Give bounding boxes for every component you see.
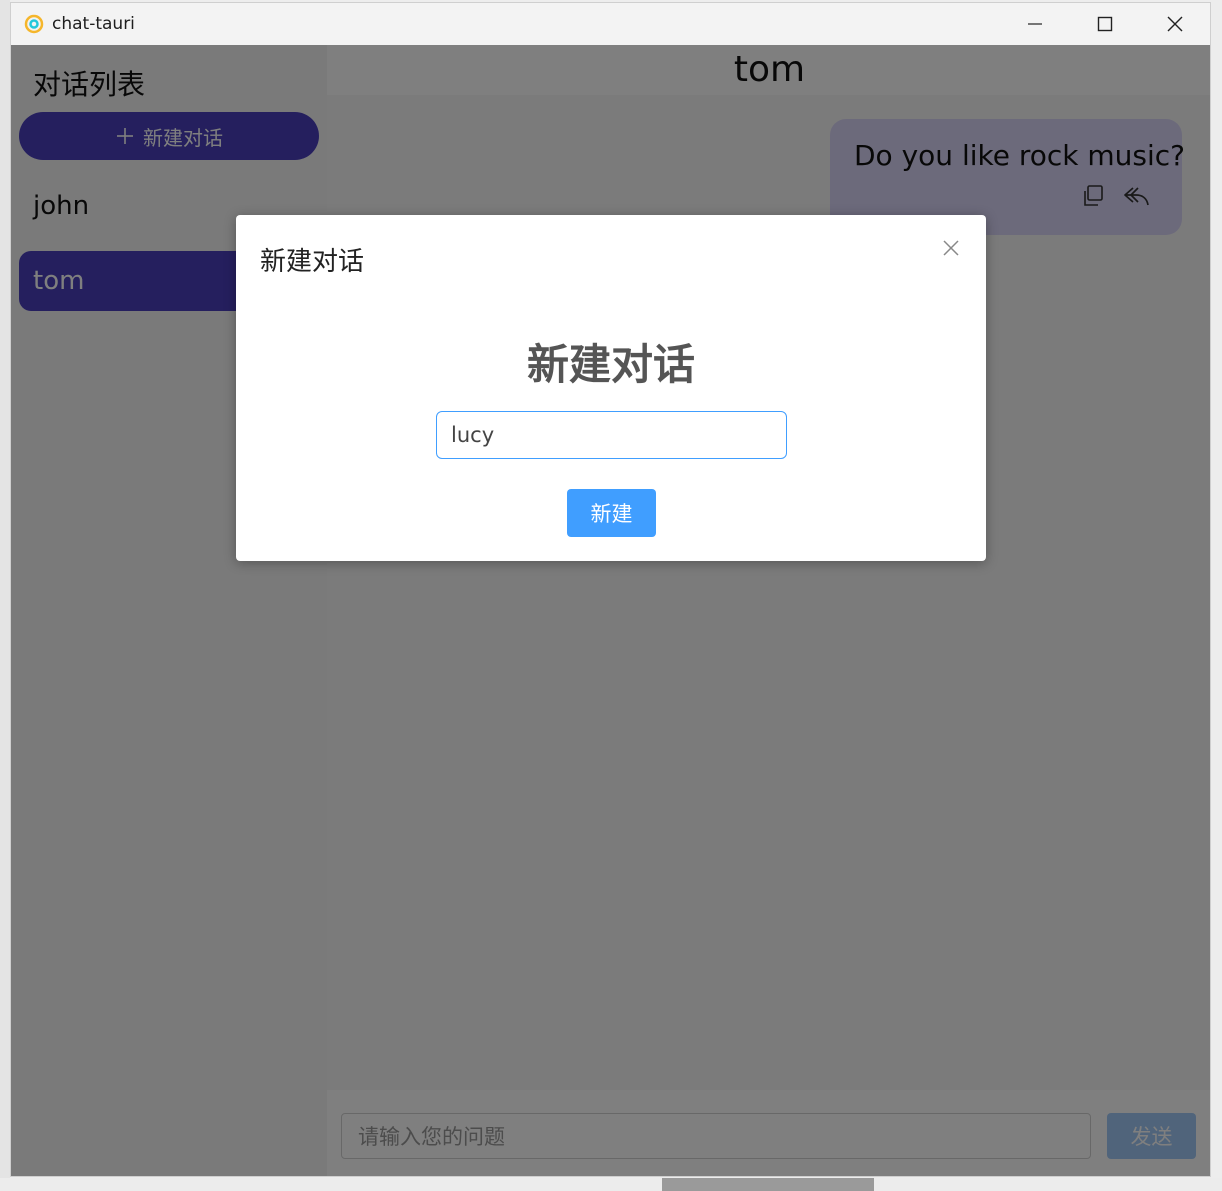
desktop-background-bottom bbox=[0, 1178, 1222, 1191]
close-icon bbox=[1167, 16, 1183, 32]
desktop-thumbnail bbox=[662, 1178, 874, 1191]
dialog-close-button[interactable] bbox=[938, 235, 964, 261]
create-button[interactable]: 新建 bbox=[567, 489, 656, 537]
close-window-button[interactable] bbox=[1140, 3, 1210, 45]
maximize-button[interactable] bbox=[1070, 3, 1140, 45]
maximize-icon bbox=[1097, 16, 1113, 32]
desktop-background bbox=[0, 0, 10, 1191]
new-chat-dialog: 新建对话 新建对话 新建 bbox=[236, 215, 986, 561]
title-bar[interactable]: chat-tauri bbox=[11, 3, 1210, 45]
close-icon bbox=[943, 240, 959, 256]
dialog-heading: 新建对话 bbox=[526, 340, 695, 389]
minimize-button[interactable] bbox=[1000, 3, 1070, 45]
tauri-app-icon bbox=[24, 14, 44, 34]
minimize-icon bbox=[1028, 23, 1042, 25]
conversation-name-input[interactable] bbox=[436, 411, 787, 459]
dialog-title: 新建对话 bbox=[260, 247, 365, 277]
window-title: chat-tauri bbox=[52, 14, 135, 34]
create-label: 新建 bbox=[590, 502, 633, 526]
app-window: chat-tauri 对话列表 新建对话 john tom bbox=[10, 2, 1211, 1177]
